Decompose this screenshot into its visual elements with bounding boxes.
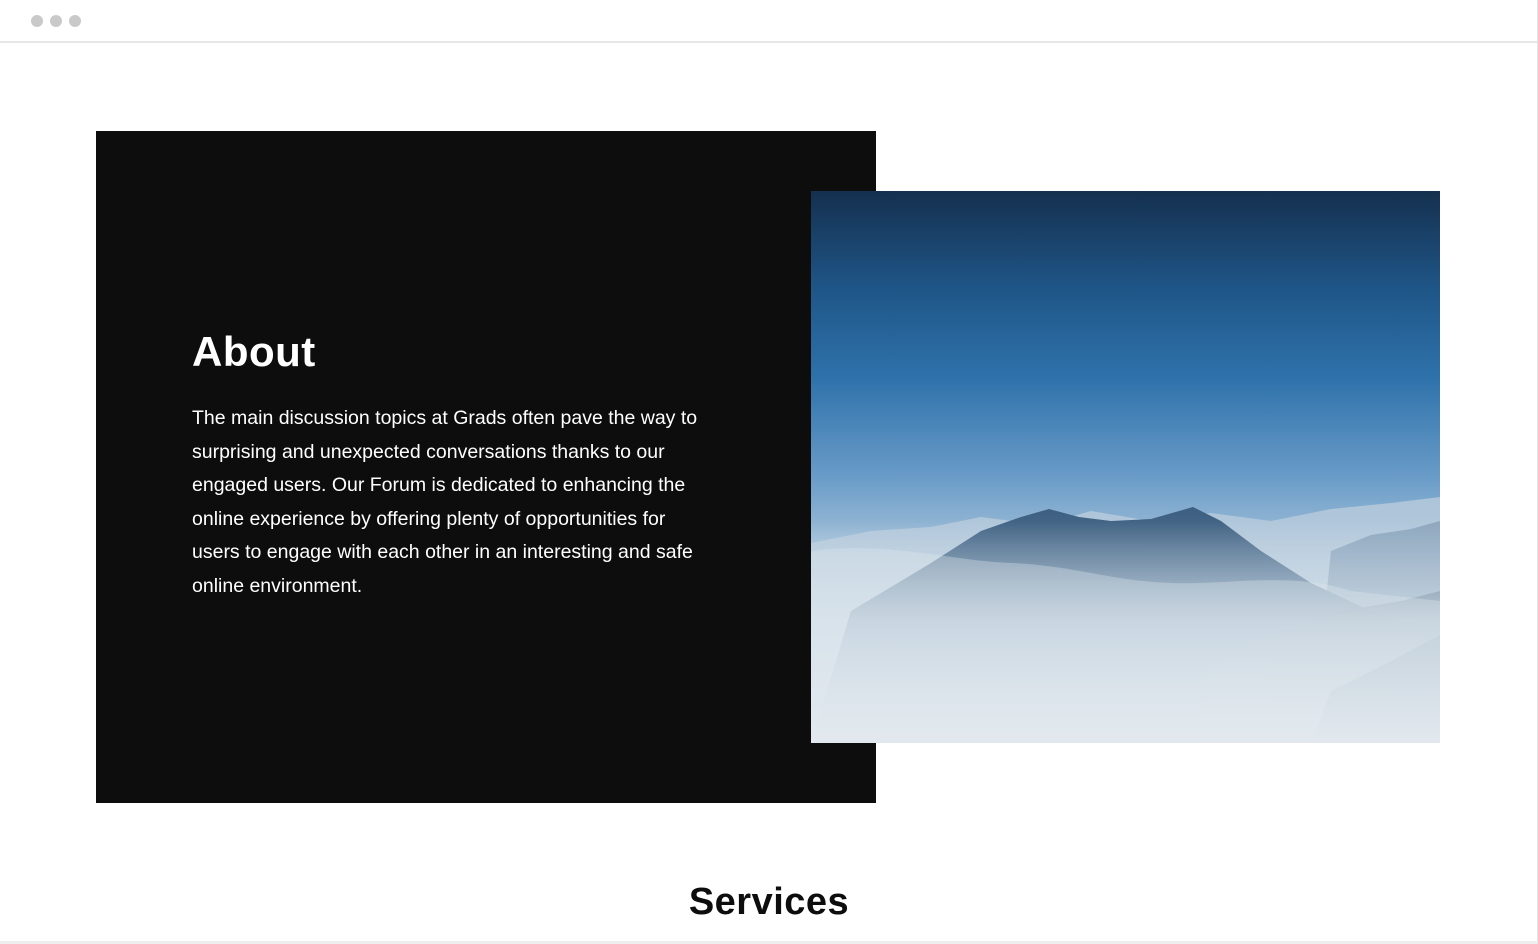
window-control-dot[interactable] [50, 15, 62, 27]
browser-window: About The main discussion topics at Grad… [0, 0, 1538, 944]
mountain-landscape-illustration [811, 497, 1440, 743]
window-titlebar [0, 0, 1537, 43]
services-title: Services [688, 881, 850, 923]
about-title: About [192, 328, 316, 375]
window-control-dot[interactable] [31, 15, 43, 27]
window-control-dot[interactable] [69, 15, 81, 27]
about-description: The main discussion topics at Grads ofte… [192, 407, 698, 597]
mountain-image [811, 191, 1440, 743]
